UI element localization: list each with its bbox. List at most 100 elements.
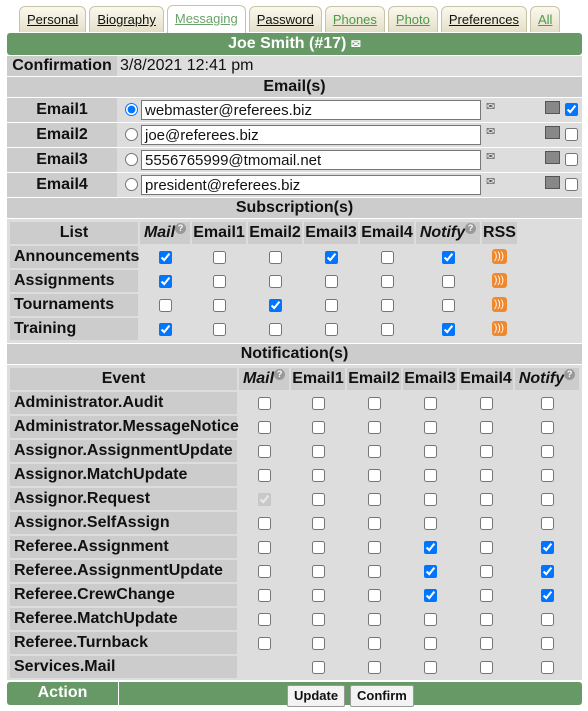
- email3-checkbox[interactable]: [424, 589, 437, 602]
- email3-checkbox[interactable]: [424, 637, 437, 650]
- email1-checkbox[interactable]: [312, 565, 325, 578]
- notify-checkbox[interactable]: [541, 397, 554, 410]
- envelope-icon[interactable]: ✉: [486, 150, 495, 163]
- notify-checkbox[interactable]: [541, 661, 554, 674]
- email1-checkbox[interactable]: [312, 613, 325, 626]
- email3-checkbox[interactable]: [424, 421, 437, 434]
- notify-checkbox[interactable]: [541, 421, 554, 434]
- email2-checkbox[interactable]: [368, 469, 381, 482]
- notify-checkbox[interactable]: [442, 251, 455, 264]
- mail-checkbox[interactable]: [258, 589, 271, 602]
- email4-checkbox[interactable]: [480, 613, 493, 626]
- email3-checkbox[interactable]: [424, 517, 437, 530]
- email2-checkbox[interactable]: [368, 565, 381, 578]
- email1-checkbox[interactable]: [312, 469, 325, 482]
- email2-checkbox[interactable]: [368, 517, 381, 530]
- notify-checkbox[interactable]: [442, 275, 455, 288]
- rss-icon[interactable]: ))): [491, 249, 507, 264]
- mail-checkbox[interactable]: [159, 251, 172, 264]
- email2-checkbox[interactable]: [269, 251, 282, 264]
- email2-checkbox[interactable]: [368, 541, 381, 554]
- email2-checkbox[interactable]: [368, 421, 381, 434]
- email1-checkbox[interactable]: [312, 445, 325, 458]
- envelope-icon[interactable]: ✉: [486, 100, 495, 113]
- primary-email-radio[interactable]: [125, 178, 138, 191]
- email4-checkbox[interactable]: [381, 299, 394, 312]
- email2-checkbox[interactable]: [269, 323, 282, 336]
- email1-checkbox[interactable]: [312, 637, 325, 650]
- envelope-icon[interactable]: ✉: [486, 175, 495, 188]
- email4-checkbox[interactable]: [480, 445, 493, 458]
- email4-checkbox[interactable]: [381, 275, 394, 288]
- mail-checkbox[interactable]: [258, 637, 271, 650]
- email-input[interactable]: president@referees.biz: [141, 175, 481, 195]
- email-enabled-checkbox[interactable]: [565, 103, 578, 116]
- email3-checkbox[interactable]: [424, 541, 437, 554]
- help-icon[interactable]: ?: [465, 222, 477, 234]
- email1-checkbox[interactable]: [213, 323, 226, 336]
- notify-checkbox[interactable]: [541, 565, 554, 578]
- help-icon[interactable]: ?: [175, 222, 187, 234]
- help-icon[interactable]: ?: [564, 368, 576, 380]
- email-input[interactable]: 5556765999@tmomail.net: [141, 150, 481, 170]
- tab-personal[interactable]: Personal: [19, 6, 87, 32]
- email3-checkbox[interactable]: [325, 275, 338, 288]
- tab-phones[interactable]: Phones: [324, 6, 385, 32]
- contact-card-icon[interactable]: [545, 101, 560, 114]
- email4-checkbox[interactable]: [381, 323, 394, 336]
- primary-email-radio[interactable]: [125, 128, 138, 141]
- email2-checkbox[interactable]: [368, 493, 381, 506]
- confirm-button[interactable]: Confirm: [350, 685, 414, 707]
- notify-checkbox[interactable]: [541, 637, 554, 650]
- mail-checkbox[interactable]: [258, 517, 271, 530]
- mail-checkbox[interactable]: [159, 299, 172, 312]
- email3-checkbox[interactable]: [325, 299, 338, 312]
- email-enabled-checkbox[interactable]: [565, 153, 578, 166]
- email2-checkbox[interactable]: [269, 275, 282, 288]
- mail-checkbox[interactable]: [258, 397, 271, 410]
- email1-checkbox[interactable]: [312, 541, 325, 554]
- contact-card-icon[interactable]: [545, 151, 560, 164]
- email4-checkbox[interactable]: [480, 541, 493, 554]
- tab-password[interactable]: Password: [248, 6, 322, 32]
- email3-checkbox[interactable]: [325, 251, 338, 264]
- rss-icon[interactable]: ))): [491, 297, 507, 312]
- email2-checkbox[interactable]: [368, 613, 381, 626]
- email3-checkbox[interactable]: [325, 323, 338, 336]
- mail-checkbox[interactable]: [258, 565, 271, 578]
- notify-checkbox[interactable]: [541, 541, 554, 554]
- mail-checkbox[interactable]: [258, 421, 271, 434]
- notify-checkbox[interactable]: [541, 493, 554, 506]
- notify-checkbox[interactable]: [442, 323, 455, 336]
- mail-checkbox[interactable]: [159, 323, 172, 336]
- email1-checkbox[interactable]: [312, 493, 325, 506]
- notify-checkbox[interactable]: [541, 517, 554, 530]
- email3-checkbox[interactable]: [424, 469, 437, 482]
- tab-all[interactable]: All: [529, 6, 561, 32]
- rss-icon[interactable]: ))): [491, 321, 507, 336]
- mail-checkbox[interactable]: [258, 613, 271, 626]
- email1-checkbox[interactable]: [213, 299, 226, 312]
- help-icon[interactable]: ?: [274, 368, 286, 380]
- primary-email-radio[interactable]: [125, 153, 138, 166]
- notify-checkbox[interactable]: [541, 613, 554, 626]
- email3-checkbox[interactable]: [424, 493, 437, 506]
- email1-checkbox[interactable]: [312, 661, 325, 674]
- tab-preferences[interactable]: Preferences: [440, 6, 527, 32]
- contact-card-icon[interactable]: [545, 126, 560, 139]
- notify-checkbox[interactable]: [541, 469, 554, 482]
- email1-checkbox[interactable]: [312, 421, 325, 434]
- envelope-icon[interactable]: ✉: [486, 125, 495, 138]
- tab-messaging[interactable]: Messaging: [166, 5, 246, 33]
- mail-checkbox[interactable]: [258, 541, 271, 554]
- mail-checkbox[interactable]: [258, 445, 271, 458]
- rss-icon[interactable]: ))): [491, 273, 507, 288]
- email1-checkbox[interactable]: [312, 589, 325, 602]
- email3-checkbox[interactable]: [424, 661, 437, 674]
- email4-checkbox[interactable]: [480, 637, 493, 650]
- notify-checkbox[interactable]: [442, 299, 455, 312]
- email2-checkbox[interactable]: [368, 397, 381, 410]
- email4-checkbox[interactable]: [480, 469, 493, 482]
- email-input[interactable]: webmaster@referees.biz: [141, 100, 481, 120]
- email2-checkbox[interactable]: [368, 589, 381, 602]
